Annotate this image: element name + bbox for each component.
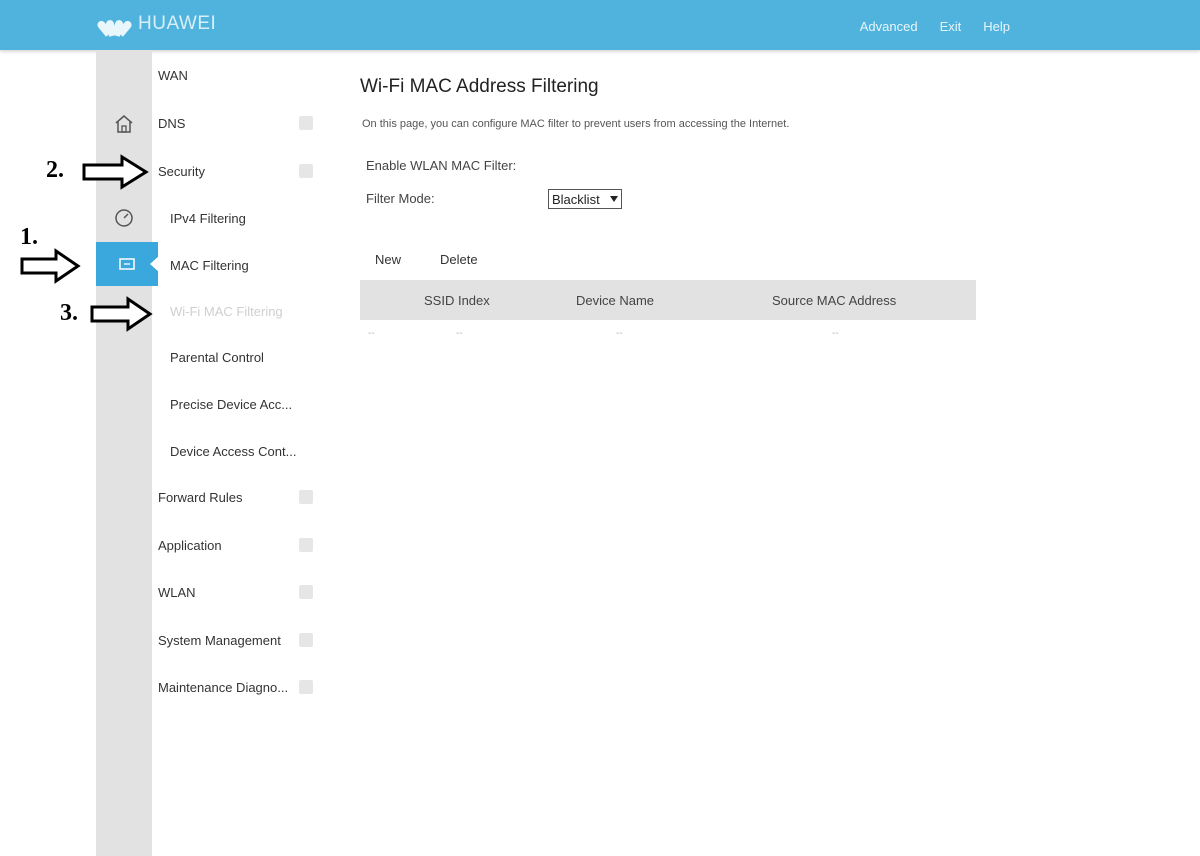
sidebar-item-security[interactable]: Security [158, 156, 318, 186]
sidebar-item-label: Parental Control [170, 349, 264, 365]
chevron-down-icon [299, 585, 313, 599]
table-cell: -- [616, 328, 623, 339]
table-header: SSID Index Device Name Source MAC Addres… [360, 280, 976, 320]
filter-mode-select[interactable]: Blacklist [548, 189, 622, 209]
enable-filter-label: Enable WLAN MAC Filter: [366, 158, 517, 173]
sidebar-item-label: Device Access Cont... [170, 443, 297, 459]
table-cell: -- [368, 328, 375, 339]
chevron-down-icon [299, 680, 313, 694]
chevron-down-icon [299, 633, 313, 647]
filter-mode-value: Blacklist [552, 191, 600, 207]
table-cell: -- [456, 328, 463, 339]
sidebar-item-maintenance-diagnosis[interactable]: Maintenance Diagno... [158, 672, 318, 702]
annotation-label-1: 1. [20, 224, 38, 250]
sidebar-item-device-access-control[interactable]: Device Access Cont... [158, 436, 318, 466]
speed-icon[interactable] [96, 196, 152, 240]
sidebar-item-label: Security [158, 163, 205, 179]
sidebar-item-forward-rules[interactable]: Forward Rules [158, 482, 318, 512]
annotation-label-2: 2. [46, 157, 64, 183]
chevron-up-icon [299, 164, 313, 178]
top-link-help[interactable]: Help [983, 19, 1010, 34]
column-source-mac: Source MAC Address [772, 293, 897, 308]
brand-name: HUAWEI [138, 13, 217, 34]
sidebar-item-dns[interactable]: DNS [158, 108, 318, 138]
sidebar-item-parental-control[interactable]: Parental Control [158, 342, 318, 372]
sidebar-item-wlan[interactable]: WLAN [158, 577, 318, 607]
top-link-exit[interactable]: Exit [940, 19, 962, 34]
sidebar-item-label: IPv4 Filtering [170, 210, 246, 226]
chevron-down-icon [299, 538, 313, 552]
table-cell: -- [832, 328, 839, 339]
home-icon[interactable] [96, 102, 152, 146]
sidebar-item-label: DNS [158, 115, 186, 131]
sidebar-item-label: Application [158, 537, 222, 553]
top-links: Advanced Exit Help [860, 19, 1010, 34]
security-icon[interactable] [96, 242, 159, 286]
top-link-advanced[interactable]: Advanced [860, 19, 918, 34]
arrow-right-icon [90, 296, 153, 332]
sidebar-item-label: System Management [158, 632, 281, 648]
sidebar-item-label: MAC Filtering [170, 257, 249, 273]
sidebar-item-system-management[interactable]: System Management [158, 625, 318, 655]
page-title: Wi-Fi MAC Address Filtering [360, 76, 599, 97]
delete-button[interactable]: Delete [440, 252, 478, 267]
brand-logo: HUAWEI [95, 10, 217, 38]
annotation-label-3: 3. [60, 300, 78, 326]
huawei-logo-icon [95, 10, 134, 38]
table-row: -- -- -- -- [360, 320, 976, 348]
page-description: On this page, you can configure MAC filt… [362, 118, 790, 130]
top-bar: HUAWEI Advanced Exit Help [0, 0, 1200, 50]
sidebar-item-wan[interactable]: WAN [158, 60, 318, 90]
column-ssid-index: SSID Index [424, 293, 490, 308]
sidebar-item-wifi-mac-filtering[interactable]: Wi-Fi MAC Filtering [158, 296, 318, 326]
chevron-down-icon [299, 490, 313, 504]
sidebar-item-label: Maintenance Diagno... [158, 679, 289, 695]
sidebar-item-label: WLAN [158, 584, 196, 600]
chevron-down-icon [610, 196, 618, 202]
column-device-name: Device Name [576, 293, 655, 308]
sidebar-item-ipv4-filtering[interactable]: IPv4 Filtering [158, 203, 318, 233]
arrow-right-icon [82, 154, 149, 190]
filter-mode-label: Filter Mode: [366, 191, 435, 206]
sidebar-item-mac-filtering[interactable]: MAC Filtering [158, 250, 318, 280]
sidebar-item-precise-device-access[interactable]: Precise Device Acc... [158, 389, 318, 419]
chevron-down-icon [299, 116, 313, 130]
sidebar-item-label: Forward Rules [158, 489, 243, 505]
arrow-right-icon [20, 248, 81, 284]
new-button[interactable]: New [375, 252, 401, 267]
sidebar-item-label: Precise Device Acc... [170, 396, 293, 412]
sidebar-item-label: WAN [158, 67, 188, 83]
sidebar-item-application[interactable]: Application [158, 530, 318, 560]
sidebar-item-label: Wi-Fi MAC Filtering [170, 303, 283, 319]
